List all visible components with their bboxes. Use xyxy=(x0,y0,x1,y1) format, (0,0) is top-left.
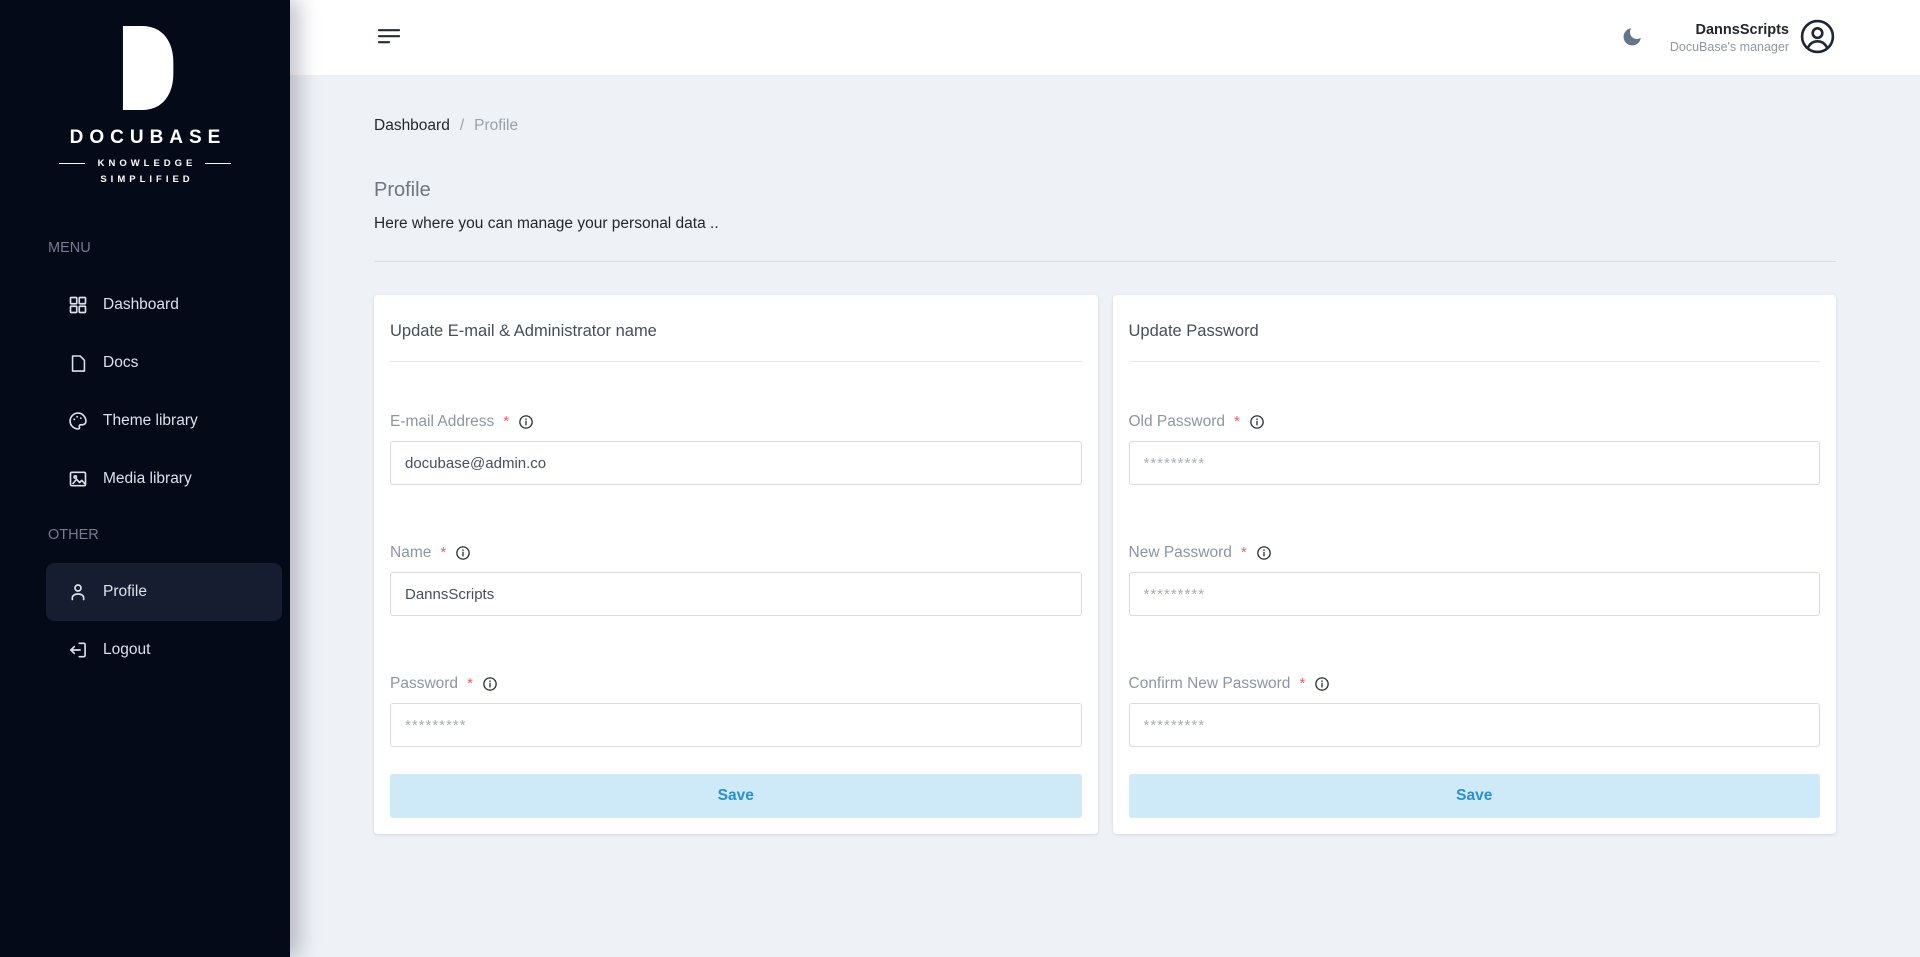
user-icon xyxy=(68,582,88,602)
page-content: Dashboard / Profile Profile Here where y… xyxy=(290,75,1920,834)
sidebar-item-profile[interactable]: Profile xyxy=(46,563,282,621)
main-area: DannsScripts DocuBase's manager Dashboar… xyxy=(290,0,1920,957)
document-icon xyxy=(68,353,88,373)
required-asterisk: * xyxy=(1233,413,1240,430)
info-icon[interactable] xyxy=(482,676,498,692)
breadcrumb-separator: / xyxy=(459,117,465,134)
section-divider xyxy=(374,261,1836,262)
card-title: Update Password xyxy=(1128,315,1820,362)
user-info: DannsScripts DocuBase's manager xyxy=(1670,22,1789,54)
required-asterisk: * xyxy=(467,675,473,692)
info-icon[interactable] xyxy=(1256,545,1272,561)
breadcrumb: Dashboard / Profile xyxy=(374,117,1836,135)
sidebar: DOCUBASE KNOWLEDGE SIMPLIFIED MENU Dashb… xyxy=(0,0,290,957)
field-label-row: Name * xyxy=(390,543,1082,562)
sidebar-item-dashboard[interactable]: Dashboard xyxy=(46,276,282,334)
user-name: DannsScripts xyxy=(1695,21,1789,38)
breadcrumb-current: Profile xyxy=(474,117,519,134)
logout-icon xyxy=(68,640,88,660)
sidebar-item-label: Logout xyxy=(103,641,151,658)
brand-tagline-top: KNOWLEDGE xyxy=(0,158,290,169)
save-password-button[interactable]: Save xyxy=(1128,774,1820,818)
email-name-form: E-mail Address * Name xyxy=(390,412,1082,818)
confirm-password-field-group: Confirm New Password * xyxy=(1128,674,1821,747)
old-password-field-label: Old Password xyxy=(1128,413,1225,430)
brand-tagline-bottom: SIMPLIFIED xyxy=(100,174,194,185)
field-label-row: Confirm New Password * xyxy=(1129,674,1821,693)
email-field-label: E-mail Address xyxy=(390,413,495,430)
new-password-field-group: New Password * xyxy=(1128,543,1821,616)
update-email-name-card: Update E-mail & Administrator name E-mai… xyxy=(374,295,1098,834)
palette-icon xyxy=(68,411,88,431)
sidebar-item-media-library[interactable]: Media library xyxy=(46,450,282,508)
old-password-field-group: Old Password * xyxy=(1128,412,1821,485)
sidebar-item-theme-library[interactable]: Theme library xyxy=(46,392,282,450)
info-icon[interactable] xyxy=(1314,676,1330,692)
cards-row: Update E-mail & Administrator name E-mai… xyxy=(374,295,1836,834)
field-label-row: New Password * xyxy=(1129,543,1821,562)
old-password-input[interactable] xyxy=(1128,441,1820,485)
hamburger-icon xyxy=(377,28,401,48)
card-title: Update E-mail & Administrator name xyxy=(390,315,1082,362)
new-password-field-label: New Password xyxy=(1128,544,1232,561)
save-email-name-button[interactable]: Save xyxy=(390,774,1082,818)
confirm-password-input[interactable] xyxy=(1128,703,1820,747)
page-subtitle: Here where you can manage your personal … xyxy=(374,215,719,232)
confirm-password-field-label: Confirm New Password xyxy=(1128,675,1291,692)
topbar: DannsScripts DocuBase's manager xyxy=(290,0,1920,75)
topbar-right-group: DannsScripts DocuBase's manager xyxy=(1621,18,1836,58)
new-password-input[interactable] xyxy=(1128,572,1820,616)
sidebar-nav: MENU Dashboard Docs Theme library Media … xyxy=(0,231,290,679)
email-input[interactable] xyxy=(390,441,1082,485)
nav-section-menu: MENU xyxy=(48,240,91,256)
required-asterisk: * xyxy=(1240,544,1247,561)
sidebar-item-label: Docs xyxy=(103,354,139,371)
info-icon[interactable] xyxy=(455,545,471,561)
password-field-group: Password * xyxy=(390,674,1082,747)
password-input[interactable] xyxy=(390,703,1082,747)
nav-section-other: OTHER xyxy=(48,527,99,543)
user-circle-icon xyxy=(1799,18,1836,58)
brand-logo: DOCUBASE KNOWLEDGE SIMPLIFIED xyxy=(0,0,290,185)
sidebar-item-logout[interactable]: Logout xyxy=(46,621,282,679)
moon-icon xyxy=(1621,25,1644,51)
user-menu-button[interactable] xyxy=(1799,18,1836,58)
name-field-group: Name * xyxy=(390,543,1082,616)
sidebar-toggle-button[interactable] xyxy=(374,24,404,52)
password-field-label: Password xyxy=(390,675,459,692)
sidebar-item-label: Theme library xyxy=(103,412,198,429)
tagline-line-left xyxy=(58,162,85,165)
info-icon[interactable] xyxy=(518,414,534,430)
field-label-row: Old Password * xyxy=(1129,412,1821,431)
sidebar-item-label: Media library xyxy=(103,470,192,487)
docubase-d-logo-icon xyxy=(113,26,177,115)
password-form: Old Password * New Password * Confirm Ne… xyxy=(1128,412,1821,818)
image-icon xyxy=(68,469,88,489)
sidebar-item-label: Dashboard xyxy=(103,296,179,313)
field-label-row: Password * xyxy=(390,674,1082,693)
required-asterisk: * xyxy=(440,544,447,561)
update-password-card: Update Password Old Password * New Passw… xyxy=(1112,295,1836,834)
dark-mode-toggle-button[interactable] xyxy=(1621,25,1644,51)
required-asterisk: * xyxy=(503,413,510,430)
user-role: DocuBase's manager xyxy=(1669,39,1789,54)
field-label-row: E-mail Address * xyxy=(390,412,1082,431)
grid-icon xyxy=(68,295,88,315)
page-title: Profile xyxy=(374,179,431,201)
breadcrumb-dashboard-link[interactable]: Dashboard xyxy=(374,117,450,135)
sidebar-item-docs[interactable]: Docs xyxy=(46,334,282,392)
name-input[interactable] xyxy=(390,572,1082,616)
email-field-group: E-mail Address * xyxy=(390,412,1082,485)
name-field-label: Name xyxy=(390,544,432,561)
brand-name: DOCUBASE xyxy=(69,127,227,148)
tagline-line-right xyxy=(205,162,232,165)
required-asterisk: * xyxy=(1299,675,1306,692)
info-icon[interactable] xyxy=(1249,414,1265,430)
sidebar-item-label: Profile xyxy=(103,583,147,600)
